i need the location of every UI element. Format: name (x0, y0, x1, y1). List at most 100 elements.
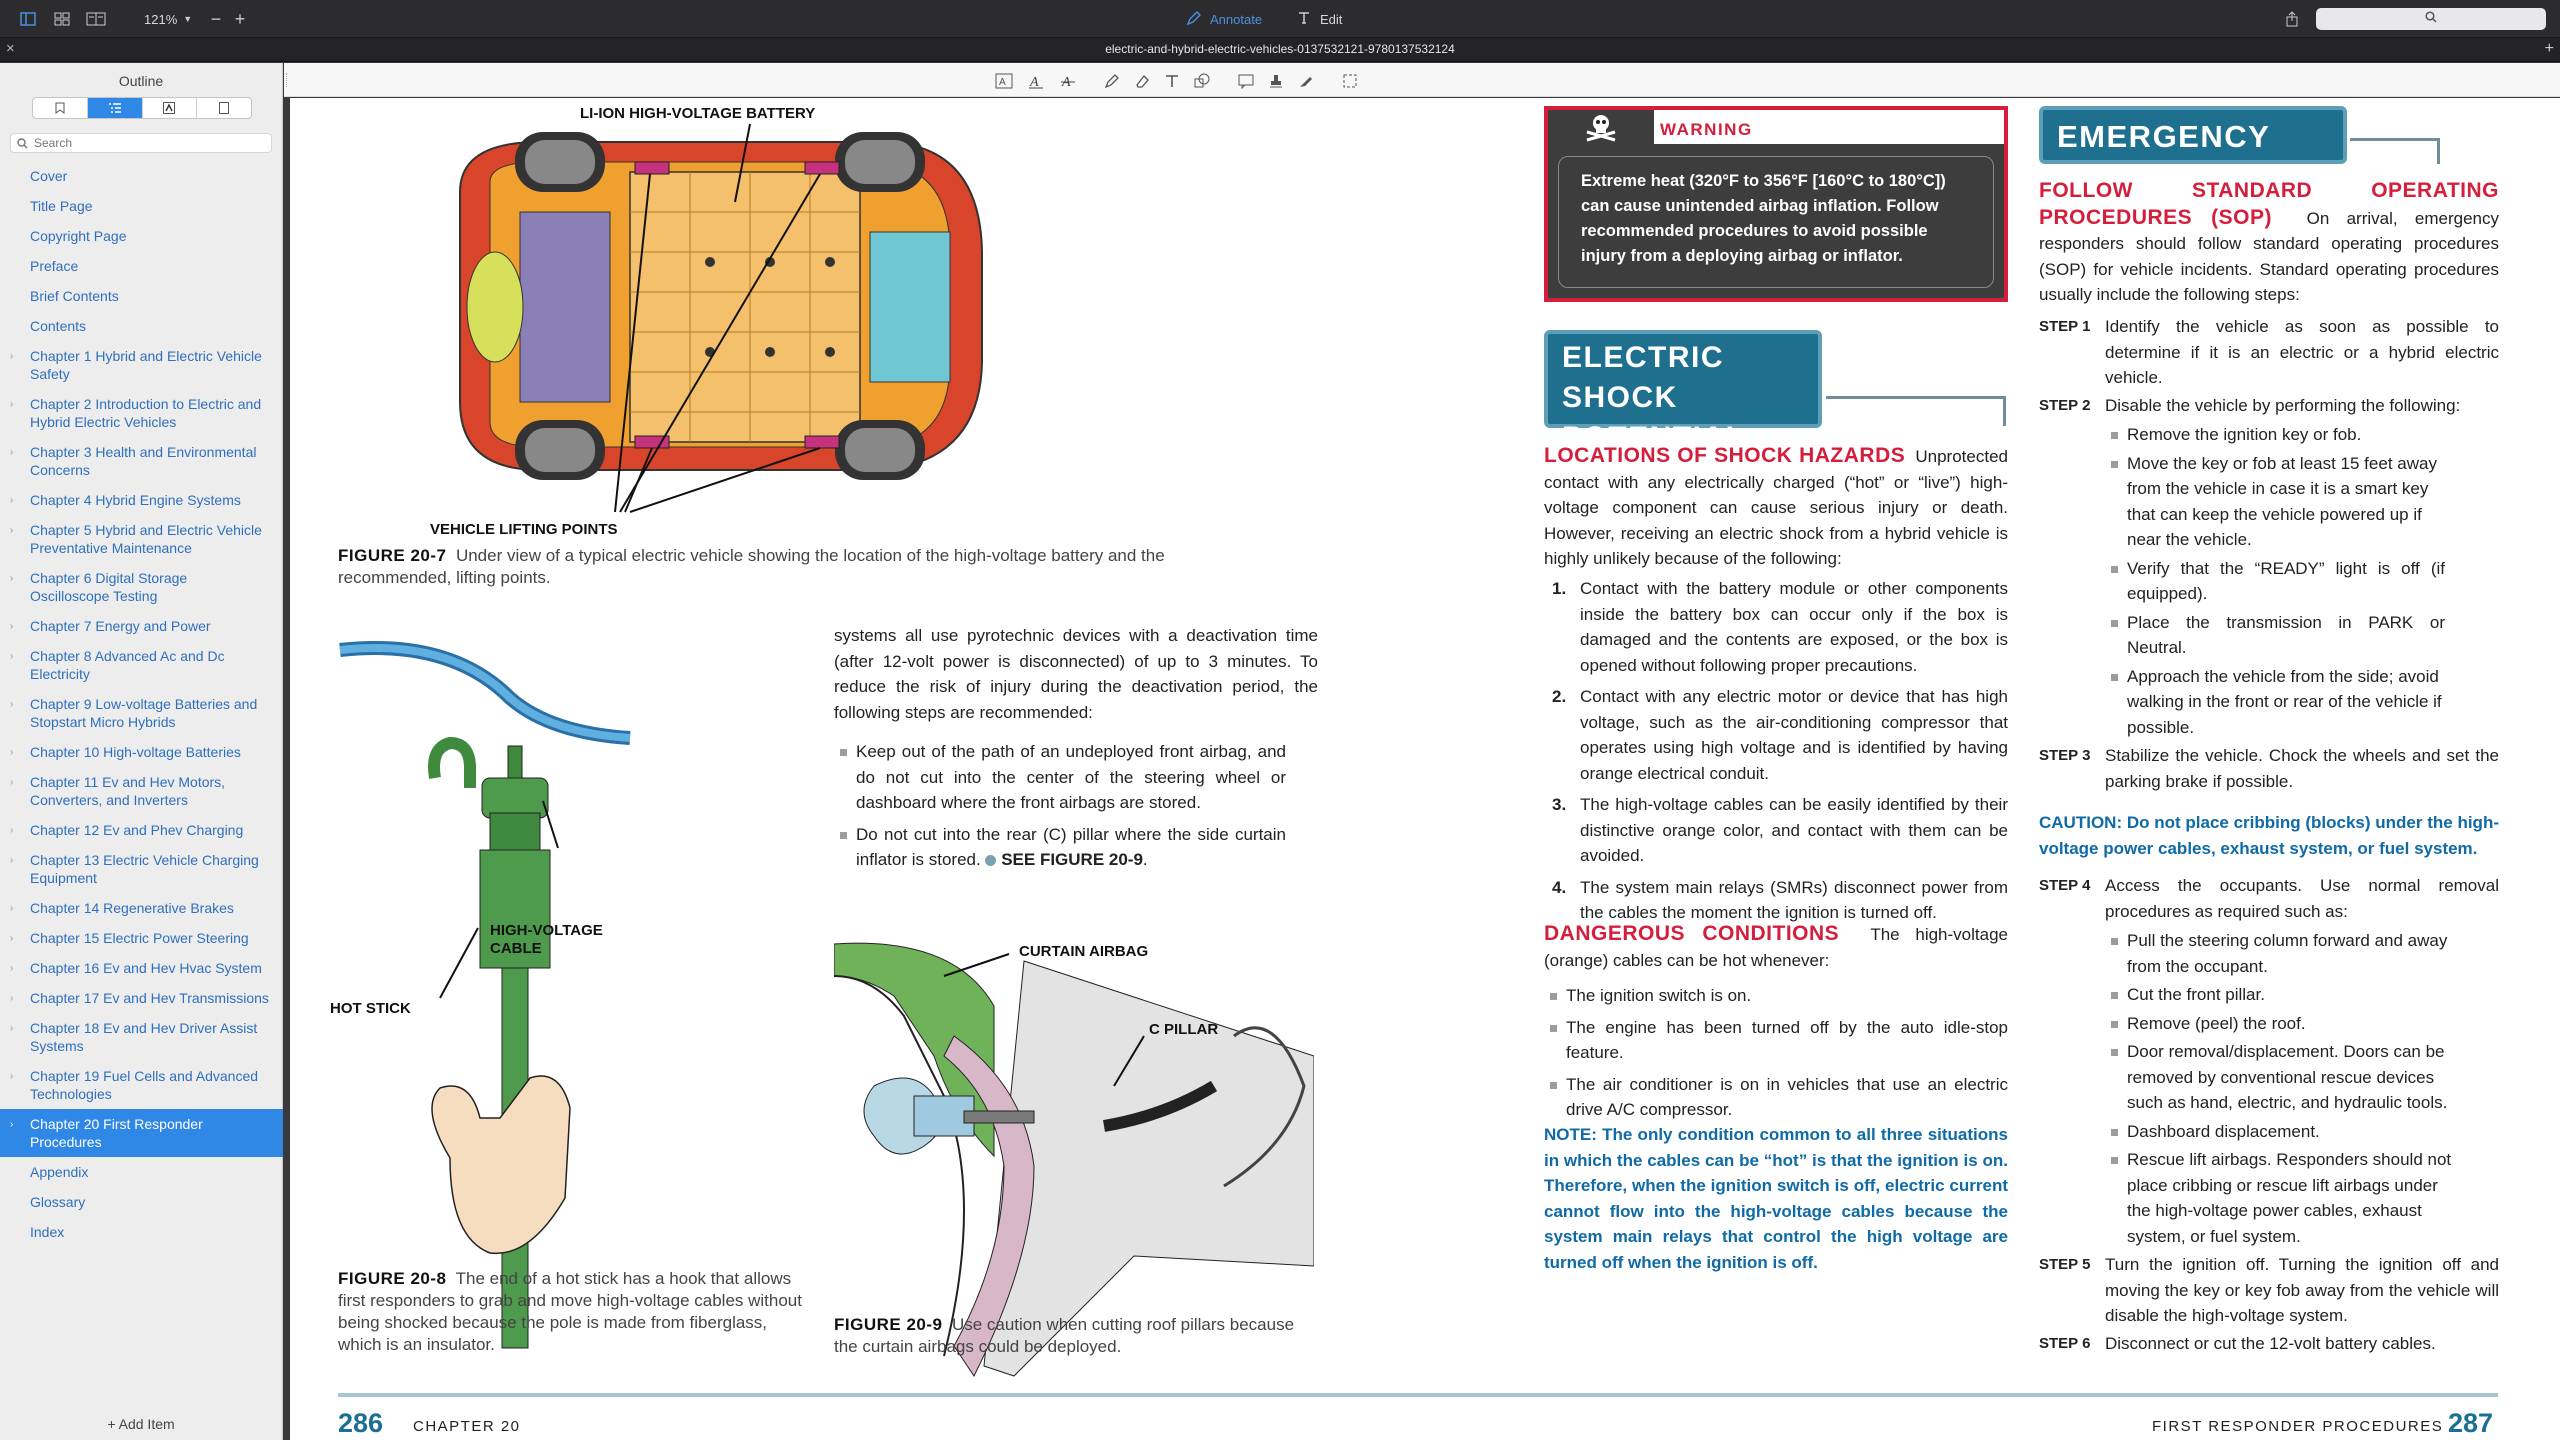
bookmarks-tab[interactable] (33, 98, 88, 118)
edit-mode-button[interactable]: Edit (1296, 9, 1342, 29)
outline-item-label: Chapter 16 Ev and Hev Hvac System (30, 960, 262, 976)
outline-search[interactable] (10, 133, 272, 153)
chevron-right-icon[interactable]: › (10, 696, 13, 714)
drag-handle[interactable] (286, 73, 289, 87)
select-area-icon[interactable] (1340, 71, 1360, 91)
annotate-mode-button[interactable]: Annotate (1186, 9, 1262, 29)
see-figure-link[interactable]: SEE FIGURE 20-9 (1001, 850, 1143, 869)
chevron-right-icon[interactable]: › (10, 822, 13, 840)
outline-item-label: Chapter 9 Low-voltage Batteries and Stop… (30, 696, 258, 730)
search-field[interactable] (2316, 8, 2546, 30)
highlight-text-icon[interactable]: A (1026, 71, 1046, 91)
stamp-icon[interactable] (1266, 71, 1286, 91)
outline-item-label: Copyright Page (30, 228, 127, 244)
chevron-right-icon[interactable]: › (10, 1068, 13, 1086)
outline-item-label: Contents (30, 318, 87, 334)
figure-20-8-number: FIGURE 20-8 (338, 1269, 447, 1288)
two-page-view-icon[interactable] (86, 9, 106, 29)
zoom-out-icon[interactable]: − (206, 9, 226, 29)
outline-item[interactable]: › Chapter 14 Regenerative Brakes (0, 893, 283, 923)
outline-item[interactable]: › Chapter 3 Health and Environmental Conc… (0, 437, 283, 485)
outline-item[interactable]: › Chapter 1 Hybrid and Electric Vehicle S… (0, 341, 283, 389)
outline-item[interactable]: › Chapter 18 Ev and Hev Driver Assist Sys… (0, 1013, 283, 1061)
note-icon[interactable] (1236, 71, 1256, 91)
add-item-label: Add Item (118, 1416, 175, 1432)
outline-item[interactable]: Contents (0, 311, 283, 341)
strikethrough-icon[interactable]: A (1058, 71, 1078, 91)
outline-item[interactable]: Copyright Page (0, 221, 283, 251)
chevron-right-icon[interactable]: › (10, 444, 13, 462)
zoom-in-icon[interactable]: + (230, 9, 250, 29)
add-item-button[interactable]: + Add Item (0, 1416, 282, 1432)
eraser-icon[interactable] (1132, 71, 1152, 91)
page-number-287: 287 (2448, 1408, 2494, 1438)
outline-item[interactable]: › Chapter 8 Advanced Ac and Dc Electricit… (0, 641, 283, 689)
document-tab-bar: × electric-and-hybrid-electric-vehicles-… (0, 38, 2560, 62)
chevron-right-icon[interactable]: › (10, 852, 13, 870)
chevron-right-icon[interactable]: › (10, 618, 13, 636)
outline-item[interactable]: › Chapter 19 Fuel Cells and Advanced Tech… (0, 1061, 283, 1109)
chevron-right-icon[interactable]: › (10, 570, 13, 588)
chevron-right-icon[interactable]: › (10, 930, 13, 948)
chevron-right-icon[interactable]: › (10, 1116, 13, 1134)
zoom-select[interactable]: 121% ▼ (144, 9, 192, 29)
shapes-icon[interactable] (1192, 71, 1212, 91)
outline-item[interactable]: › Chapter 7 Energy and Power (0, 611, 283, 641)
figure-20-7-caption: FIGURE 20-7 Under view of a typical elec… (338, 545, 1278, 589)
outline-item[interactable]: › Chapter 17 Ev and Hev Transmissions (0, 983, 283, 1013)
single-page-view-icon[interactable] (18, 9, 38, 29)
chevron-right-icon[interactable]: › (10, 990, 13, 1008)
outline-search-input[interactable] (34, 136, 254, 150)
pages-tab[interactable] (197, 98, 251, 118)
outline-item[interactable]: › Chapter 9 Low-voltage Batteries and Sto… (0, 689, 283, 737)
outline-tab[interactable] (87, 98, 143, 118)
outline-item[interactable]: Glossary (0, 1187, 283, 1217)
outline-item[interactable]: Cover (0, 161, 283, 191)
chevron-right-icon[interactable]: › (10, 522, 13, 540)
outline-item-label: Glossary (30, 1194, 86, 1210)
share-icon[interactable] (2282, 9, 2302, 29)
outline-item[interactable]: Index (0, 1217, 283, 1247)
outline-item[interactable]: › Chapter 13 Electric Vehicle Charging Eq… (0, 845, 283, 893)
add-tab-icon[interactable]: + (2545, 40, 2554, 58)
zoom-value: 121% (144, 11, 178, 27)
outline-item-label: Chapter 15 Electric Power Steering (30, 930, 249, 946)
chevron-right-icon[interactable]: › (10, 492, 13, 510)
chevron-right-icon[interactable]: › (10, 648, 13, 666)
outline-item[interactable]: Preface (0, 251, 283, 281)
outline-item[interactable]: › Chapter 6 Digital Storage Oscilloscope … (0, 563, 283, 611)
outline-item-label: Chapter 20 First Responder Procedures (30, 1116, 203, 1150)
outline-item-label: Chapter 5 Hybrid and Electric Vehicle Pr… (30, 522, 262, 556)
outline-item[interactable]: › Chapter 15 Electric Power Steering (0, 923, 283, 953)
outline-item[interactable]: › Chapter 5 Hybrid and Electric Vehicle P… (0, 515, 283, 563)
outline-item[interactable]: › Chapter 10 High-voltage Batteries (0, 737, 283, 767)
outline-item[interactable]: › Chapter 11 Ev and Hev Motors, Converter… (0, 767, 283, 815)
outline-item[interactable]: › Chapter 16 Ev and Hev Hvac System (0, 953, 283, 983)
outline-item-label: Chapter 19 Fuel Cells and Advanced Techn… (30, 1068, 259, 1102)
outline-item[interactable]: › Chapter 2 Introduction to Electric and … (0, 389, 283, 437)
chevron-right-icon[interactable]: › (10, 396, 13, 414)
signature-icon[interactable] (1296, 71, 1316, 91)
pencil-icon[interactable] (1102, 71, 1122, 91)
outline-list: Cover Title Page Copyright Page Preface Brie… (0, 161, 283, 1247)
search-input[interactable] (2316, 8, 2546, 30)
chevron-right-icon[interactable]: › (10, 960, 13, 978)
pen-icon (1186, 10, 1202, 29)
chevron-right-icon[interactable]: › (10, 900, 13, 918)
outline-item[interactable]: Brief Contents (0, 281, 283, 311)
outline-item[interactable]: Title Page (0, 191, 283, 221)
text-box-icon[interactable] (1162, 71, 1182, 91)
annotations-tab[interactable] (143, 98, 198, 118)
text-recognition-icon[interactable]: A (994, 71, 1014, 91)
chevron-right-icon[interactable]: › (10, 774, 13, 792)
cable-label: CABLE (490, 940, 542, 957)
outline-item[interactable]: › Chapter 12 Ev and Phev Charging (0, 815, 283, 845)
outline-item[interactable]: Appendix (0, 1157, 283, 1187)
grid-view-icon[interactable] (52, 9, 72, 29)
chevron-right-icon[interactable]: › (10, 348, 13, 366)
chevron-right-icon[interactable]: › (10, 744, 13, 762)
text-edit-icon (1296, 10, 1312, 29)
outline-item[interactable]: › Chapter 4 Hybrid Engine Systems (0, 485, 283, 515)
chevron-right-icon[interactable]: › (10, 1020, 13, 1038)
outline-item[interactable]: › Chapter 20 First Responder Procedures (0, 1109, 283, 1157)
